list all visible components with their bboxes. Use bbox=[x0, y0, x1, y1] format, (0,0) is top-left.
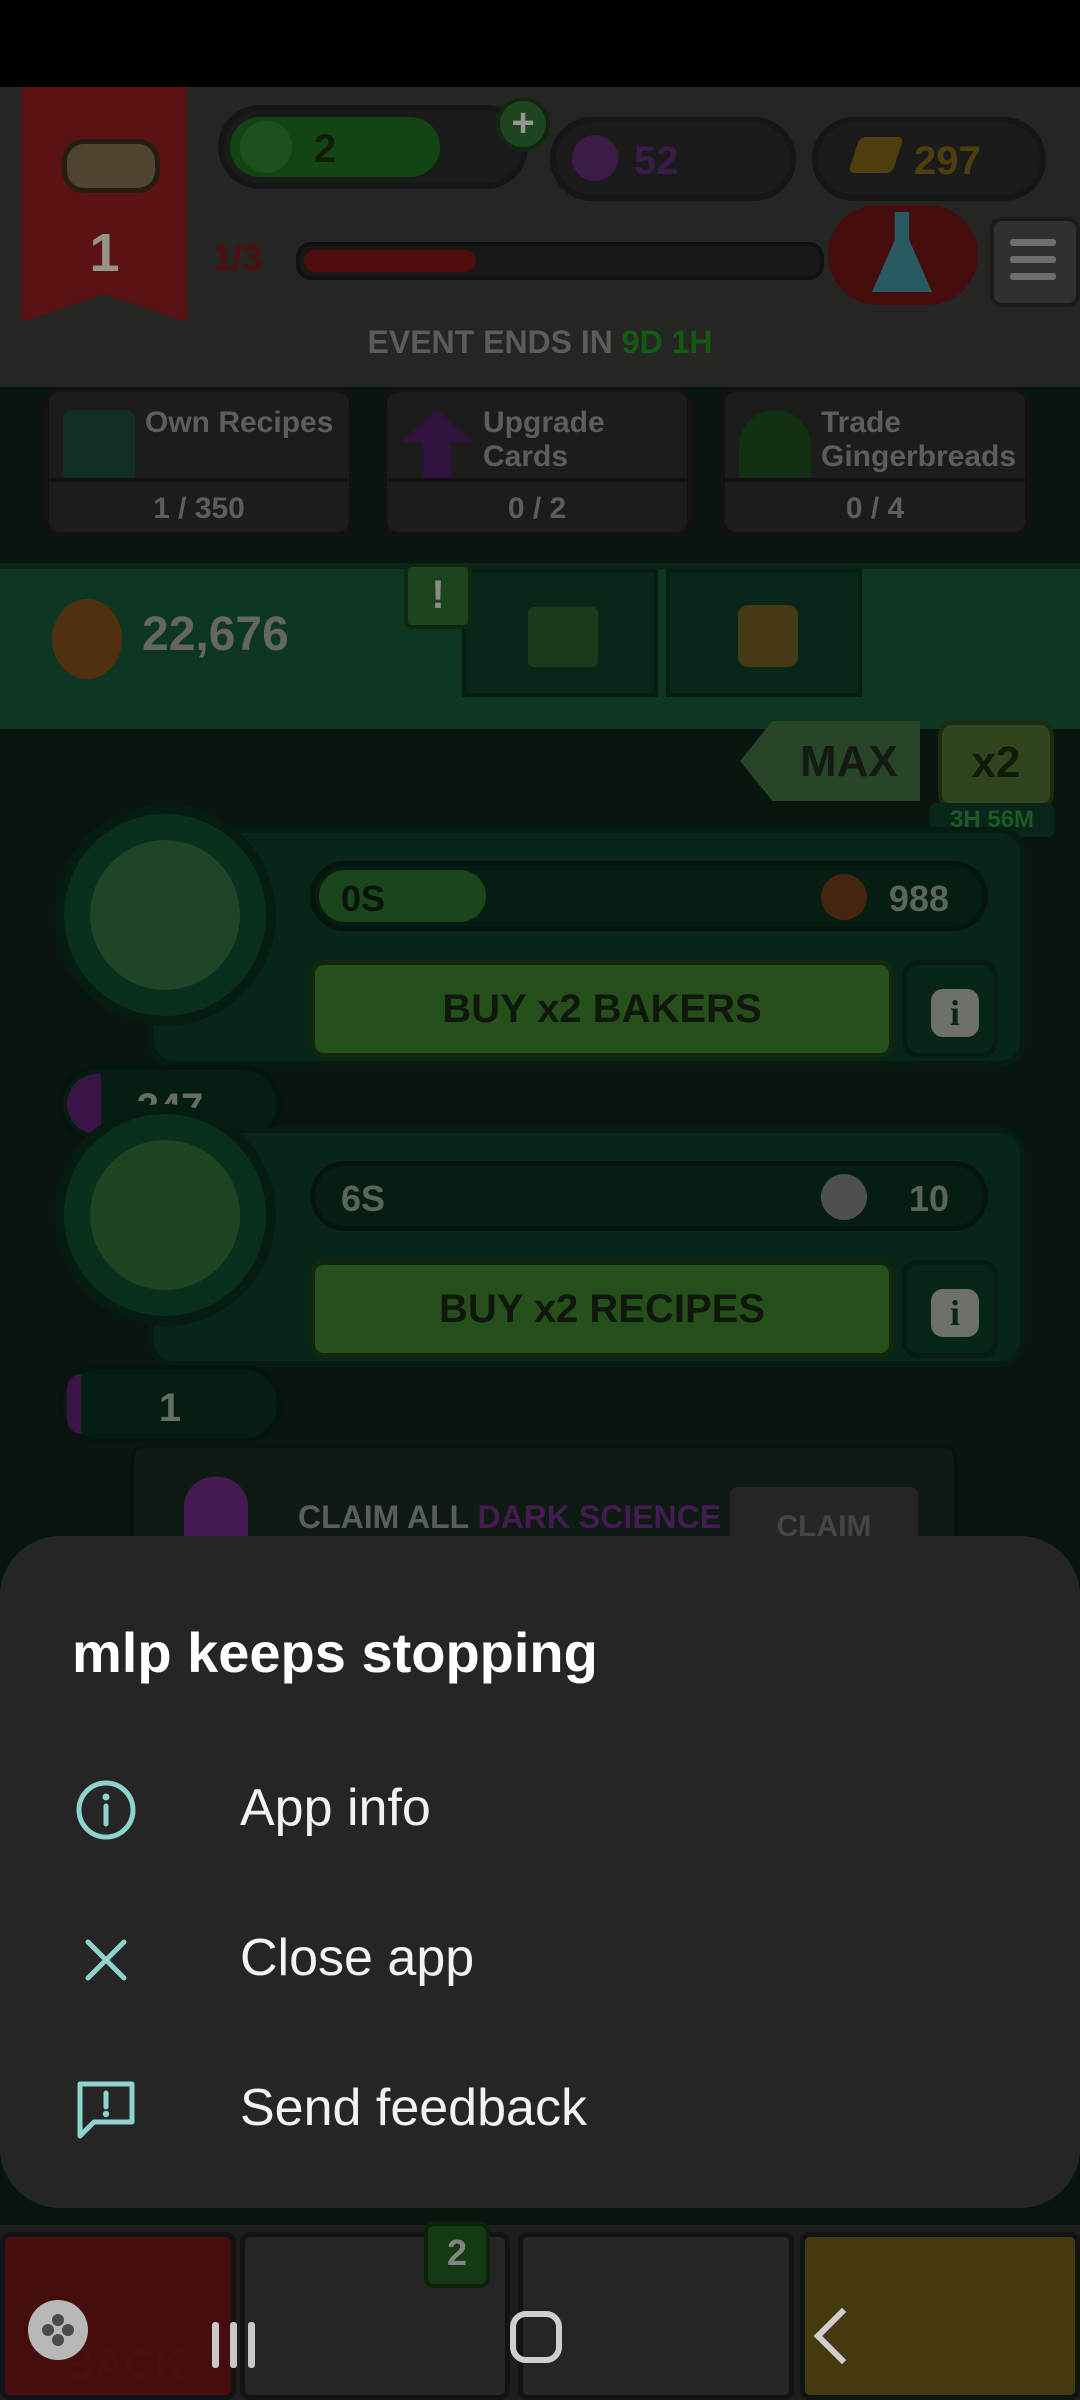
event-timer-prefix: EVENT ENDS IN bbox=[367, 324, 622, 360]
task-own-recipes[interactable]: Own Recipes 1 / 350 bbox=[44, 387, 354, 537]
app-info-option[interactable]: App info bbox=[0, 1734, 1080, 1884]
recipes-cost: 10 bbox=[908, 1178, 949, 1219]
santa-hat-icon bbox=[739, 410, 811, 482]
task-name: Upgrade Cards bbox=[483, 406, 605, 473]
recipes-info-button[interactable]: i bbox=[902, 1260, 998, 1358]
bakers-timer-bar: 0S 988 bbox=[310, 861, 988, 931]
chef-hat-icon bbox=[90, 840, 240, 990]
task-upgrade-cards[interactable]: Upgrade Cards 0 / 2 bbox=[382, 387, 692, 537]
event-timer-value: 9D 1H bbox=[621, 324, 713, 360]
close-app-option[interactable]: Close app bbox=[0, 1884, 1080, 2034]
x2-boost-button[interactable]: x2 bbox=[938, 721, 1054, 809]
recipes-level-value: 1 bbox=[158, 1386, 182, 1430]
task-name: Own Recipes bbox=[145, 406, 334, 439]
lock-icon bbox=[738, 605, 798, 667]
dialog-title: mlp keeps stopping bbox=[72, 1621, 598, 1684]
task-trade-gingerbreads[interactable]: Trade Gingerbreads 0 / 4 bbox=[720, 387, 1030, 537]
recipe-book-icon bbox=[90, 1140, 240, 1290]
send-feedback-label: Send feedback bbox=[240, 2079, 587, 2137]
event-timer: EVENT ENDS IN 9D 1H bbox=[0, 324, 1080, 361]
gingerbread-icon bbox=[52, 599, 122, 679]
claim-highlight: DARK SCIENCE bbox=[477, 1499, 722, 1535]
app-info-label: App info bbox=[240, 1779, 431, 1837]
gingerbread-icon bbox=[821, 874, 867, 920]
info-icon bbox=[76, 1780, 136, 1840]
goggles-icon bbox=[62, 139, 160, 193]
close-icon bbox=[85, 1939, 127, 1981]
claim-prefix: CLAIM ALL bbox=[298, 1499, 478, 1535]
recipes-timer: 6S bbox=[341, 1178, 386, 1219]
task-count: 0 / 4 bbox=[725, 478, 1025, 526]
recipe-book-icon bbox=[63, 410, 135, 482]
bakers-cost: 988 bbox=[888, 878, 949, 919]
task-name: Trade Gingerbreads bbox=[821, 406, 1017, 473]
gold-count: 297 bbox=[914, 139, 981, 183]
game-controller-icon[interactable] bbox=[28, 2300, 88, 2360]
menu-button[interactable] bbox=[990, 217, 1080, 307]
claim-text: CLAIM ALL DARK SCIENCE bbox=[298, 1499, 721, 1536]
chef-hat-icon bbox=[821, 1174, 867, 1220]
feedback-icon bbox=[77, 2081, 135, 2139]
signpost-icon bbox=[528, 607, 598, 667]
max-label: MAX bbox=[800, 737, 898, 786]
potions-counter[interactable]: 52 bbox=[550, 117, 796, 201]
home-button[interactable] bbox=[510, 2311, 562, 2363]
gold-counter[interactable]: 297 bbox=[812, 117, 1046, 201]
flag-tab-badge: 2 bbox=[424, 2222, 490, 2288]
info-icon: i bbox=[931, 989, 979, 1037]
upgrade-arrow-icon bbox=[401, 410, 473, 482]
alert-badge: ! bbox=[404, 563, 472, 629]
bakers-timer: 0S bbox=[341, 878, 386, 919]
level-number: 1 bbox=[89, 223, 120, 283]
bakers-info-button[interactable]: i bbox=[902, 960, 998, 1058]
recipes-level: 1 bbox=[58, 1365, 282, 1443]
currency-panel: 22,676 bbox=[0, 563, 1080, 729]
potion-icon bbox=[572, 135, 618, 181]
send-feedback-option[interactable]: Send feedback bbox=[0, 2034, 1080, 2184]
task-count: 1 / 350 bbox=[49, 478, 349, 526]
hats-counter[interactable]: 2 bbox=[218, 105, 528, 189]
gingerbread-count: 22,676 bbox=[142, 608, 289, 661]
hats-count: 2 bbox=[314, 127, 337, 171]
cards-tab[interactable] bbox=[518, 2232, 794, 2400]
buy-bakers-button[interactable]: BUY x2 BAKERS bbox=[310, 960, 894, 1058]
locked-tab[interactable] bbox=[666, 569, 862, 697]
task-count: 0 / 2 bbox=[387, 478, 687, 526]
santa-hat-icon bbox=[240, 121, 292, 173]
close-app-label: Close app bbox=[240, 1929, 475, 1987]
signpost-tab[interactable] bbox=[462, 569, 658, 697]
gold-bar-icon bbox=[848, 137, 904, 173]
recipe-portrait[interactable] bbox=[54, 1104, 276, 1326]
level-progress-fill bbox=[304, 250, 476, 272]
level-progress-bar bbox=[296, 242, 824, 280]
level-flag[interactable]: 1 bbox=[22, 87, 187, 322]
potions-count: 52 bbox=[634, 139, 679, 183]
app-crash-dialog: mlp keeps stopping App info Close app Se… bbox=[0, 1536, 1080, 2208]
recipes-timer-bar: 6S 10 bbox=[310, 1161, 988, 1231]
info-icon: i bbox=[931, 1289, 979, 1337]
add-hats-button[interactable]: + bbox=[496, 97, 550, 151]
baker-portrait[interactable] bbox=[54, 804, 276, 1026]
level-progress-label: 1/3 bbox=[212, 237, 263, 278]
buy-recipes-button[interactable]: BUY x2 RECIPES bbox=[310, 1260, 894, 1358]
